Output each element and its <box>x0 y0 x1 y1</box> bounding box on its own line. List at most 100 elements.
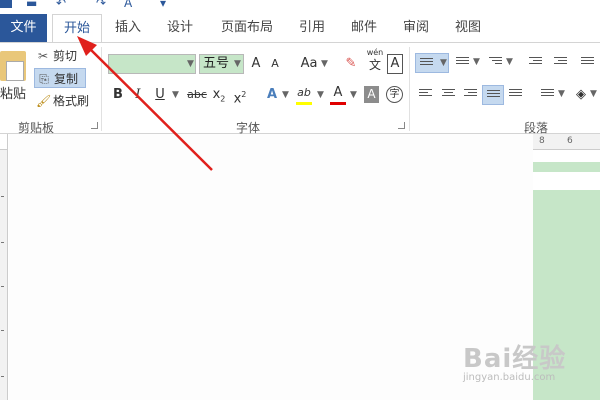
bold-button[interactable]: B <box>110 85 126 105</box>
align-center-icon <box>442 89 455 101</box>
numbering-dropdown-icon[interactable]: ▼ <box>473 57 480 67</box>
italic-button[interactable]: I <box>131 85 145 105</box>
underline-dropdown-icon[interactable]: ▼ <box>172 90 179 100</box>
distributed-button[interactable] <box>505 85 527 105</box>
numbering-button[interactable]: ▼ <box>452 53 482 73</box>
enclose-characters-button[interactable]: 字 <box>386 86 403 103</box>
highlight-button[interactable]: ab <box>294 83 314 103</box>
tab-design[interactable]: 设计 <box>160 14 200 42</box>
paste-icon[interactable] <box>0 51 26 81</box>
copy-button[interactable]: ⎘ 复制 <box>34 68 86 88</box>
undo-icon[interactable]: ↶ <box>56 0 66 9</box>
watermark-text: Bai经验 <box>463 344 567 374</box>
ruler-tick <box>1 286 4 287</box>
ruler-corner[interactable] <box>0 134 8 150</box>
align-left-icon <box>419 89 432 101</box>
grow-font-button[interactable]: A <box>248 54 264 74</box>
copy-icon: ⎘ <box>39 72 49 86</box>
line-spacing-dropdown-icon[interactable]: ▼ <box>558 89 565 99</box>
watermark-url: jingyan.baidu.com <box>463 372 556 383</box>
character-border-button[interactable]: A <box>387 54 403 74</box>
group-divider <box>101 47 102 131</box>
ruler-tick <box>1 376 4 377</box>
copy-label: 复制 <box>54 72 79 86</box>
align-center-button[interactable] <box>438 85 460 105</box>
change-case-button[interactable]: Aa <box>297 54 321 74</box>
subscript-2: 2 <box>220 94 226 104</box>
quick-access-toolbar: ▬ ↶ ↷ A ▾ <box>0 0 600 14</box>
customize-qat-icon[interactable]: ▾ <box>160 0 166 9</box>
font-name-input[interactable] <box>108 54 196 74</box>
line-spacing-button[interactable]: ▼ <box>537 85 567 105</box>
text-effects-button[interactable]: A <box>264 85 280 105</box>
ribbon: 粘贴 ✂ 剪切 ⎘ 复制 🖌 格式刷 剪贴板 ▼ 五号 ▼ A A Aa ▼ ✎ wé… <box>0 42 600 135</box>
paste-button[interactable]: 粘贴 <box>0 83 26 102</box>
tab-mailings[interactable]: 邮件 <box>344 14 384 42</box>
character-shading-button[interactable]: A <box>364 86 379 103</box>
distributed-icon <box>509 89 522 101</box>
subscript-button[interactable]: x2 <box>211 85 227 105</box>
redo-icon[interactable]: ↷ <box>96 0 106 9</box>
tab-insert[interactable]: 插入 <box>108 14 148 42</box>
cut-label: 剪切 <box>53 49 78 63</box>
bullets-button[interactable]: ▼ <box>415 53 449 73</box>
superscript-button[interactable]: x2 <box>232 85 248 106</box>
paint-bucket-icon: ◈ <box>576 87 586 102</box>
font-name-dropdown-icon[interactable]: ▼ <box>187 59 194 69</box>
multilevel-list-button[interactable]: ▼ <box>485 53 515 73</box>
bullets-dropdown-icon[interactable]: ▼ <box>440 58 447 68</box>
font-color-bar <box>330 102 346 105</box>
ruler-label: 8 <box>539 136 545 146</box>
sort-icon[interactable] <box>577 53 599 73</box>
tab-references[interactable]: 引用 <box>292 14 332 42</box>
clear-formatting-icon[interactable]: ✎ <box>342 54 360 74</box>
tab-review[interactable]: 审阅 <box>396 14 436 42</box>
tab-view[interactable]: 视图 <box>448 14 488 42</box>
shading-button[interactable]: ◈ ▼ <box>572 85 598 105</box>
phonetic-top-label: wén <box>366 48 384 57</box>
tab-home[interactable]: 开始 <box>52 14 102 43</box>
phonetic-guide-button[interactable]: wén 文 <box>365 48 385 72</box>
highlight-dropdown-icon[interactable]: ▼ <box>317 90 324 100</box>
bullets-icon <box>420 58 433 70</box>
strikethrough-button[interactable]: abc <box>186 85 208 105</box>
word-logo-icon <box>0 0 12 8</box>
font-size-dropdown-icon[interactable]: ▼ <box>234 59 241 69</box>
document-canvas[interactable] <box>9 134 533 400</box>
font-launcher-icon[interactable] <box>398 122 405 129</box>
font-color-button[interactable]: A <box>330 83 346 103</box>
ribbon-tabs: 文件 开始 插入 设计 页面布局 引用 邮件 审阅 视图 <box>0 14 600 43</box>
numbering-icon <box>456 57 469 69</box>
justify-button[interactable] <box>482 85 504 105</box>
align-left-button[interactable] <box>415 85 437 105</box>
sort-lines-icon <box>581 57 594 69</box>
clipboard-launcher-icon[interactable] <box>91 122 98 129</box>
tab-file[interactable]: 文件 <box>0 14 47 42</box>
increase-indent-icon <box>554 57 567 69</box>
text-format-icon[interactable]: A <box>124 0 132 9</box>
baidu-watermark: Bai经验 jingyan.baidu.com <box>463 326 598 386</box>
tab-page-layout[interactable]: 页面布局 <box>214 14 280 42</box>
underline-button[interactable]: U <box>152 85 168 105</box>
decrease-indent-button[interactable] <box>525 53 547 73</box>
line-spacing-icon <box>541 89 554 101</box>
highlight-color-bar <box>296 102 312 105</box>
shrink-font-button[interactable]: A <box>268 54 282 74</box>
cut-button[interactable]: ✂ 剪切 <box>34 46 82 66</box>
multilevel-list-dropdown-icon[interactable]: ▼ <box>506 57 513 67</box>
ruler-tick <box>1 330 4 331</box>
vertical-ruler <box>0 150 8 400</box>
shading-dropdown-icon[interactable]: ▼ <box>590 89 597 99</box>
side-panel-strip <box>533 162 600 172</box>
ruler-tick <box>1 242 4 243</box>
font-color-dropdown-icon[interactable]: ▼ <box>350 90 357 100</box>
format-painter-button[interactable]: 🖌 格式刷 <box>34 91 94 111</box>
text-effects-dropdown-icon[interactable]: ▼ <box>282 90 289 100</box>
phonetic-bottom-label: 文 <box>368 58 381 72</box>
increase-indent-button[interactable] <box>550 53 572 73</box>
multilevel-list-icon <box>489 57 502 69</box>
align-right-button[interactable] <box>460 85 482 105</box>
save-icon[interactable]: ▬ <box>26 0 37 9</box>
ruler-tick <box>1 196 4 197</box>
change-case-dropdown-icon[interactable]: ▼ <box>321 59 328 69</box>
